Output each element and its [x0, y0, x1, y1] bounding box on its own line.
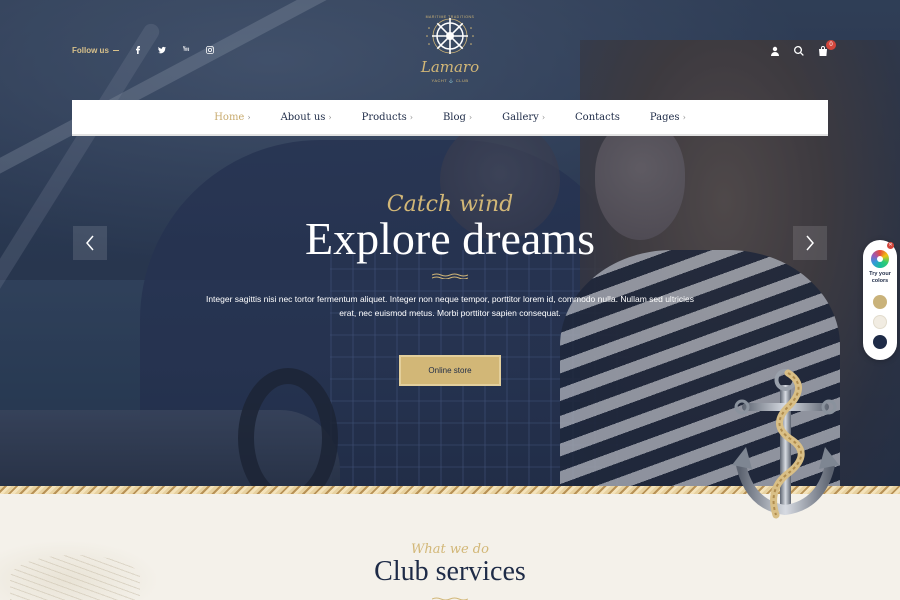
- nav-item-label: Blog: [442, 111, 466, 123]
- facebook-icon[interactable]: [133, 45, 143, 55]
- social-links: Follow us: [72, 44, 215, 56]
- nav-item-gallery[interactable]: Gallery ›: [502, 112, 545, 123]
- color-swatch-cream[interactable]: [873, 315, 887, 329]
- nav-item-label: Gallery: [502, 111, 539, 123]
- hero-title: Explore dreams: [305, 213, 595, 264]
- chevron-left-icon: [86, 235, 94, 251]
- online-store-button[interactable]: Online store: [399, 355, 501, 386]
- header-actions: 0: [770, 40, 836, 61]
- color-panel-label: Try your colors: [869, 271, 891, 284]
- color-swatch-navy[interactable]: [873, 335, 887, 349]
- search-icon[interactable]: [794, 43, 804, 61]
- cart-count-badge: 0: [826, 40, 836, 50]
- nav-item-label: Pages: [649, 111, 680, 123]
- youtube-icon[interactable]: [181, 45, 191, 55]
- twitter-icon[interactable]: [157, 45, 167, 55]
- anchor-icon: [728, 365, 843, 520]
- user-icon[interactable]: [770, 43, 780, 61]
- logo-tagline: MARITIME TRADITIONS: [425, 15, 475, 19]
- wave-divider-icon: [431, 590, 469, 600]
- logo-subtitle: YACHT ⚓ CLUB: [431, 78, 469, 83]
- color-switcher-panel: ✕ Try your colors: [863, 240, 897, 360]
- chevron-right-icon: ›: [247, 112, 251, 122]
- chevron-right-icon: ›: [541, 112, 546, 122]
- follow-dash: [112, 49, 119, 51]
- nav-item-pages[interactable]: Pages ›: [650, 112, 686, 123]
- nav-item-home[interactable]: Home ›: [214, 112, 250, 123]
- nav-item-label: Home: [214, 111, 245, 123]
- nav-item-label: Products: [361, 111, 407, 123]
- nav-item-label: About us: [280, 111, 326, 123]
- hero-description: Integer sagittis nisi nec tortor ferment…: [205, 294, 695, 318]
- color-wheel-icon[interactable]: [871, 250, 889, 268]
- decorative-shell-lines: [10, 555, 140, 600]
- instagram-icon[interactable]: [205, 45, 215, 55]
- chevron-right-icon: ›: [468, 112, 473, 122]
- services-kicker: What we do: [411, 542, 489, 557]
- nav-item-products[interactable]: Products ›: [362, 112, 413, 123]
- main-navigation: Home › About us › Products › Blog › Gall…: [72, 100, 828, 136]
- follow-label: Follow us: [72, 45, 109, 55]
- chevron-right-icon: ›: [409, 112, 413, 122]
- chevron-right-icon: [806, 235, 814, 251]
- slider-next-button[interactable]: [793, 226, 827, 260]
- logo-name: Lamaro: [420, 58, 480, 76]
- site-logo[interactable]: MARITIME TRADITIONS Lamaro YACHT ⚓ CLUB: [417, 12, 483, 86]
- cart-button[interactable]: 0: [818, 40, 836, 61]
- slider-prev-button[interactable]: [73, 226, 107, 260]
- color-swatch-gold[interactable]: [873, 295, 887, 309]
- nav-item-label: Contacts: [575, 111, 620, 123]
- wave-divider-icon: [431, 266, 469, 280]
- services-title: Club services: [374, 556, 526, 587]
- close-icon[interactable]: ✕: [887, 242, 894, 249]
- nav-item-about-us[interactable]: About us ›: [281, 112, 332, 123]
- chevron-right-icon: ›: [682, 112, 686, 122]
- nav-item-blog[interactable]: Blog ›: [443, 112, 472, 123]
- chevron-right-icon: ›: [328, 112, 332, 122]
- nav-item-contacts[interactable]: Contacts: [575, 112, 620, 123]
